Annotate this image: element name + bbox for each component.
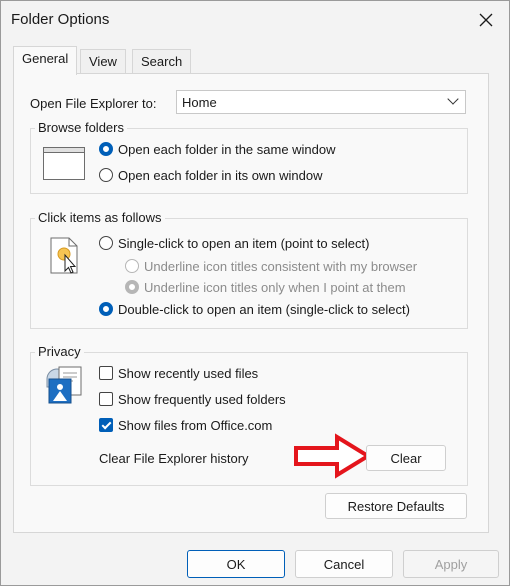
open-explorer-dropdown[interactable]: Home [176,90,466,114]
title-bar: Folder Options [1,1,509,39]
window-icon [43,147,85,180]
cancel-button[interactable]: Cancel [295,550,393,578]
chevron-down-icon [447,93,459,105]
privacy-documents-icon [46,366,82,404]
privacy-title: Privacy [35,344,84,359]
ok-button[interactable]: OK [187,550,285,578]
radio-underline-browser[interactable] [125,259,139,273]
own-window-label: Open each folder in its own window [118,168,323,183]
browse-folders-title: Browse folders [35,120,127,135]
clear-history-button[interactable]: Clear [366,445,446,471]
same-window-label: Open each folder in the same window [118,142,336,157]
tab-view[interactable]: View [80,49,126,74]
underline-point-label: Underline icon titles only when I point … [144,280,406,295]
browse-folders-group [30,128,468,194]
open-explorer-value: Home [182,95,217,110]
folder-options-dialog: Folder Options General View Search Open … [0,0,510,586]
single-click-label: Single-click to open an item (point to s… [118,236,370,251]
frequent-folders-label: Show frequently used folders [118,392,286,407]
window-title: Folder Options [11,11,110,28]
restore-defaults-button[interactable]: Restore Defaults [325,493,467,519]
tab-general[interactable]: General [13,46,78,75]
radio-same-window[interactable] [99,142,113,156]
apply-button[interactable]: Apply [403,550,499,578]
click-items-title: Click items as follows [35,210,165,225]
clear-history-label: Clear File Explorer history [99,451,249,466]
double-click-label: Double-click to open an item (single-cli… [118,302,410,317]
recent-files-label: Show recently used files [118,366,259,381]
radio-own-window[interactable] [99,168,113,182]
underline-browser-label: Underline icon titles consistent with my… [144,259,418,274]
click-pointer-icon [50,237,78,274]
radio-double-click[interactable] [99,302,113,316]
office-files-label: Show files from Office.com [118,418,273,433]
recent-files-checkbox[interactable] [99,366,113,380]
radio-underline-point[interactable] [125,280,139,294]
close-button[interactable] [463,1,509,39]
tab-search[interactable]: Search [132,49,192,74]
open-explorer-label: Open File Explorer to: [30,96,157,111]
red-arrow-annotation-icon [294,433,372,479]
frequent-folders-checkbox[interactable] [99,392,113,406]
close-icon [479,13,493,27]
office-files-checkbox[interactable] [99,418,113,432]
radio-single-click[interactable] [99,236,113,250]
